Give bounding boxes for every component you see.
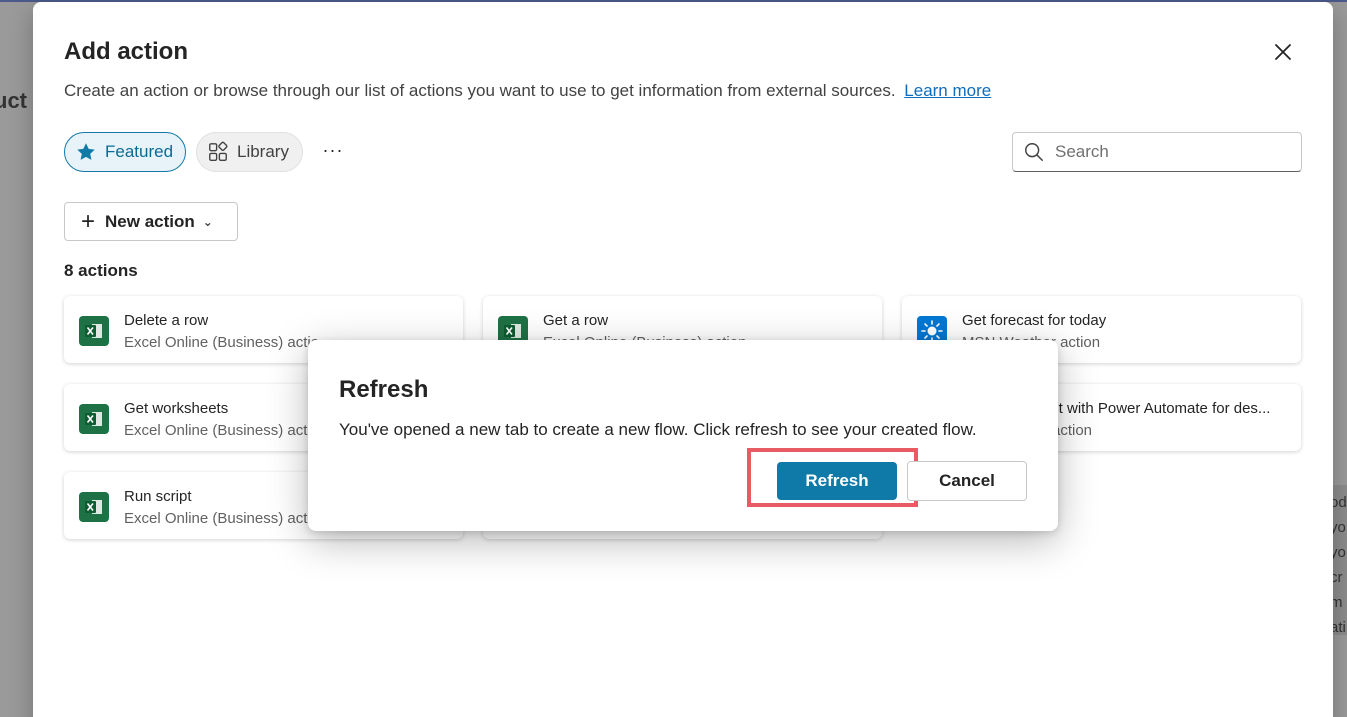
learn-more-link[interactable]: Learn more [904, 81, 991, 100]
search-input[interactable] [1055, 142, 1295, 162]
excel-icon [79, 492, 109, 522]
tab-featured[interactable]: Featured [64, 132, 186, 172]
card-subtitle: Excel Online (Business) action [124, 334, 319, 351]
cancel-button[interactable]: Cancel [907, 461, 1027, 501]
refresh-dialog: Refresh You've opened a new tab to creat… [308, 340, 1058, 531]
card-title: Run script [124, 488, 192, 505]
plus-icon: + [81, 207, 96, 235]
excel-icon [79, 316, 109, 346]
refresh-button[interactable]: Refresh [777, 462, 897, 500]
card-subtitle: Excel Online (Business) action [124, 422, 319, 439]
card-title: Get forecast for today [962, 312, 1107, 329]
tab-library[interactable]: Library [196, 132, 303, 172]
card-title: Delete a row [124, 312, 209, 329]
close-button[interactable] [1268, 37, 1298, 67]
card-subtitle: action [1052, 422, 1093, 439]
card-title: ilt with Power Automate for des... [1052, 400, 1271, 417]
panel-title: Add action [64, 38, 188, 65]
chevron-down-icon: ⌄ [202, 214, 213, 229]
new-action-button[interactable]: + New action ⌄ [64, 202, 238, 241]
new-action-label: New action [105, 211, 195, 231]
panel-description: Create an action or browse through our l… [64, 81, 992, 100]
search-box[interactable] [1012, 132, 1302, 172]
card-subtitle: Excel Online (Business) action [124, 510, 319, 527]
more-options-button[interactable]: ··· [319, 140, 347, 166]
tab-featured-label: Featured [105, 142, 174, 161]
card-title: Get a row [543, 312, 609, 329]
star-icon [75, 141, 97, 163]
background-heading-fragment: uct [0, 88, 27, 113]
dialog-title: Refresh [339, 376, 429, 403]
apps-icon [207, 141, 229, 163]
excel-icon [79, 404, 109, 434]
dialog-message: You've opened a new tab to create a new … [339, 420, 977, 439]
close-icon [1275, 44, 1291, 60]
tab-library-label: Library [237, 142, 289, 161]
card-title: Get worksheets [124, 400, 229, 417]
actions-count: 8 actions [64, 261, 138, 280]
search-icon [1025, 143, 1043, 161]
